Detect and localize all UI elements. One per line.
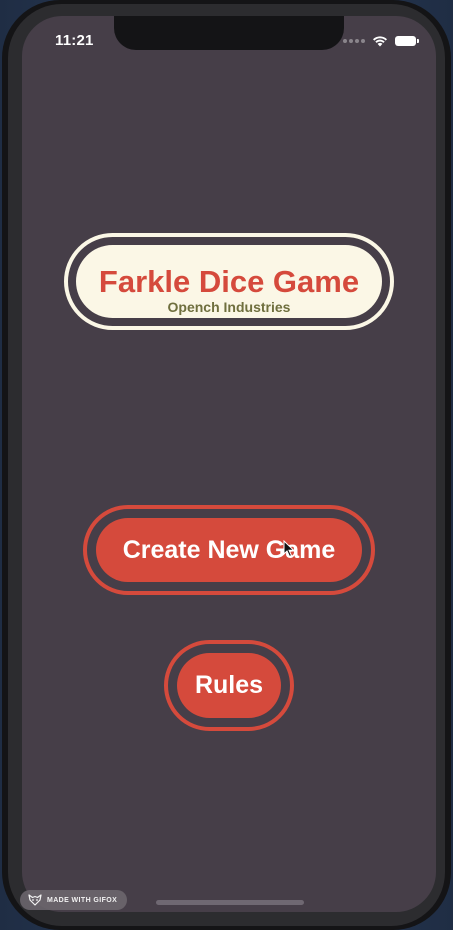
create-new-game-button[interactable]: Create New Game [96,518,362,582]
mouse-pointer-icon [283,540,295,558]
app-screen: 11:21 Farkle Dice Game Opench Industries… [22,16,436,912]
status-time: 11:21 [55,32,94,49]
battery-icon [395,36,419,46]
rules-button[interactable]: Rules [177,653,281,718]
device-notch [114,16,344,50]
gifox-watermark: MADE WITH GIFOX [20,890,128,910]
wifi-icon [373,36,387,47]
watermark-label: MADE WITH GIFOX [47,896,118,904]
home-indicator[interactable] [156,900,304,905]
cellular-signal-icon [343,39,365,43]
gifox-fox-icon [28,894,42,906]
status-icons [343,35,419,47]
app-title: Farkle Dice Game [98,264,360,299]
app-subtitle: Opench Industries [167,299,291,315]
